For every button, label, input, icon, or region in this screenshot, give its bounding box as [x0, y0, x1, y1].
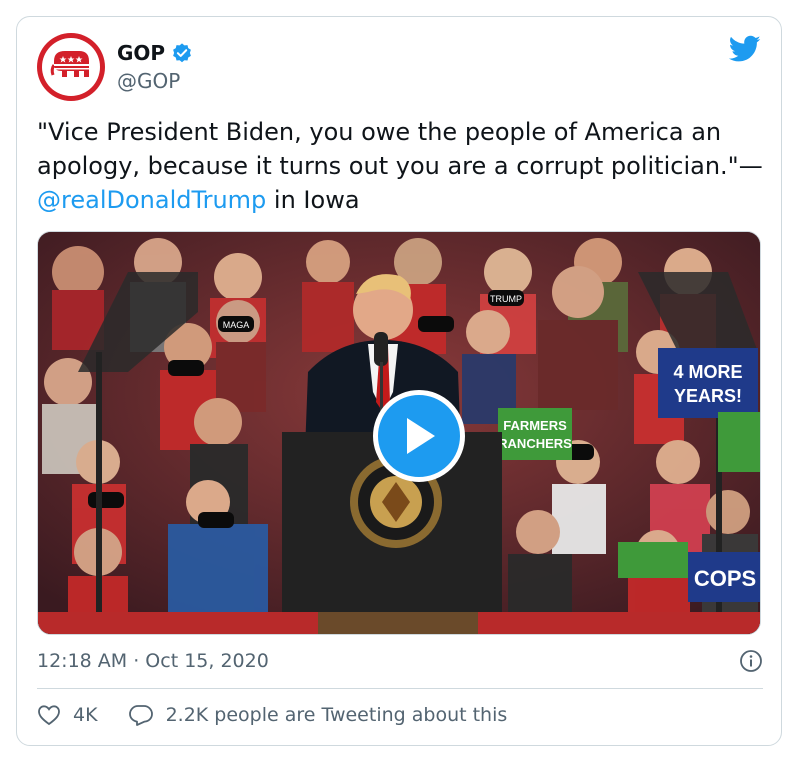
play-icon — [407, 418, 435, 454]
author-name-row[interactable]: GOP — [117, 41, 193, 65]
mask-text-maga: MAGA — [223, 320, 250, 330]
sign-ranchers: RANCHERS — [498, 436, 572, 451]
tweet-actions: 4K 2.2K people are Tweeting about this — [37, 703, 507, 727]
info-icon[interactable] — [739, 649, 763, 673]
play-button[interactable] — [373, 390, 465, 482]
like-button[interactable]: 4K — [37, 704, 98, 726]
sign-years: YEARS! — [674, 386, 742, 406]
mention-link[interactable]: @realDonaldTrump — [37, 186, 266, 214]
mask-text-trump: TRUMP — [490, 294, 522, 304]
video-player[interactable]: 4 MORE YEARS! FARMERS RANCHERS COPS MAGA… — [37, 231, 761, 635]
verified-badge-icon — [173, 43, 191, 63]
gop-elephant-logo — [50, 51, 89, 77]
sign-four-more: 4 MORE — [673, 362, 742, 382]
heart-icon — [38, 705, 60, 726]
reply-bubble-icon — [128, 705, 153, 726]
avatar[interactable] — [37, 33, 105, 101]
twitter-bird-icon[interactable] — [728, 35, 761, 67]
author-display-name[interactable]: GOP — [117, 41, 165, 65]
conversation-count: 2.2K people are Tweeting about this — [165, 704, 508, 726]
divider — [37, 688, 763, 689]
tweet-location-text: in Iowa — [266, 186, 360, 214]
sign-farmers: FARMERS — [503, 418, 567, 433]
like-count: 4K — [73, 704, 98, 726]
author-handle[interactable]: @GOP — [117, 69, 180, 93]
tweet-meta-row: 12:18 AM · Oct 15, 2020 — [37, 649, 763, 673]
tweet-quote-text: "Vice President Biden, you owe the peopl… — [37, 118, 763, 180]
sign-cops: COPS — [694, 566, 756, 591]
tweet-card: GOP @GOP "Vice President Biden, you owe … — [16, 16, 782, 746]
tweet-text: "Vice President Biden, you owe the peopl… — [37, 115, 763, 217]
tweet-timestamp[interactable]: 12:18 AM · Oct 15, 2020 — [37, 650, 269, 672]
conversation-link[interactable]: 2.2K people are Tweeting about this — [128, 703, 508, 727]
